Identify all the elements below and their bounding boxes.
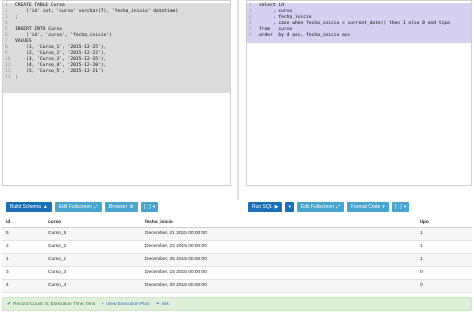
- permalink[interactable]: ⚭ link: [156, 302, 169, 307]
- build-schema-button[interactable]: Build Schema ▲: [6, 202, 52, 212]
- link-icon: ⚭: [155, 301, 160, 307]
- run-sql-label: Run SQL: [252, 204, 273, 210]
- table-cell: Curso_2: [44, 240, 141, 254]
- schema-panel[interactable]: 1 CREATE TABLE Curso 2 ('id' int, 'curso'…: [2, 0, 231, 186]
- column-header-tipo: tipo: [416, 218, 472, 228]
- line-number: 13: [5, 75, 11, 80]
- table-cell: 2: [2, 240, 44, 254]
- table-cell: 1: [2, 253, 44, 267]
- browser-button[interactable]: Browser ⚙: [104, 202, 138, 212]
- chevron-down-icon: ▾: [288, 204, 291, 210]
- fullscreen-icon: ⤢: [93, 204, 98, 210]
- code-text: order by 4 asc, fecha_inicio asc: [259, 33, 351, 38]
- query-editor[interactable]: 1 select id 2 , curso 3 , fecha_inicio 4 …: [247, 3, 471, 43]
- table-cell: Curso_4: [44, 279, 141, 293]
- delimiter-label: [ ; ]: [143, 204, 151, 210]
- column-header-id: id: [2, 218, 44, 228]
- schema-editor[interactable]: 1 CREATE TABLE Curso 2 ('id' int, 'curso'…: [3, 3, 230, 93]
- table-row: 3 Curso_3 December, 15 2015 00:00:00 0: [2, 266, 472, 280]
- execution-plan-link[interactable]: + View Execution Plan: [101, 302, 149, 307]
- table-cell: 1: [416, 240, 472, 254]
- table-cell: 3: [2, 266, 44, 280]
- status-summary: Record Count: 5; Execution Time: 0ms: [13, 301, 96, 307]
- schema-toolbar: Build Schema ▲ Edit Fullscreen ⤢ Browser ⚙ …: [6, 202, 159, 212]
- delimiter-label: [ ; ]: [394, 204, 402, 210]
- build-icon: ▲: [42, 204, 48, 210]
- column-header-curso: curso: [44, 218, 141, 228]
- fullscreen-icon: ⤢: [336, 204, 341, 210]
- column-header-fecha-inicio: fecha_inicio: [141, 218, 416, 228]
- query-toolbar: Run SQL ▶ ▾ Edit Fullscreen ⤢ Format Code ▾…: [248, 202, 410, 212]
- table-row: 2 Curso_2 December, 22 2015 00:00:00 1: [2, 240, 472, 254]
- line-number: 6: [249, 33, 252, 38]
- table-cell: Curso_3: [44, 266, 141, 280]
- table-cell: December, 20 2015 00:00:00: [141, 279, 416, 293]
- delimiter-button[interactable]: [ ; ] ▾: [391, 202, 410, 212]
- link-label: link: [161, 301, 169, 307]
- table-cell: December, 22 2015 00:00:00: [141, 240, 416, 254]
- table-cell: December, 21 2015 00:00:00: [141, 227, 416, 241]
- table-cell: Curso_1: [44, 253, 141, 267]
- code-line: 6 order by 4 asc, fecha_inicio asc: [247, 33, 471, 39]
- status-bar: ✔ Record Count: 5; Execution Time: 0ms + V…: [2, 297, 472, 311]
- table-cell: December, 15 2015 00:00:00: [141, 266, 416, 280]
- delimiter-button[interactable]: [ ; ] ▾: [140, 202, 159, 212]
- browser-label: Browser: [108, 204, 128, 210]
- chevron-down-icon: ▾: [403, 204, 407, 210]
- table-cell: 4: [2, 279, 44, 293]
- edit-fullscreen-button[interactable]: Edit Fullscreen ⤢: [296, 202, 345, 212]
- play-icon: ▶: [274, 204, 279, 210]
- code-text: ;: [15, 75, 18, 80]
- table-cell: 1: [416, 227, 472, 241]
- table-cell: 0: [416, 266, 472, 280]
- table-row: 4 Curso_4 December, 20 2015 00:00:00 0: [2, 279, 472, 293]
- edit-fullscreen-label: Edit Fullscreen: [58, 204, 92, 210]
- record-count-status: ✔ Record Count: 5; Execution Time: 0ms: [7, 302, 95, 307]
- table-cell: Curso_5: [44, 227, 141, 241]
- table-cell: December, 25 2015 00:00:00: [141, 253, 416, 267]
- edit-fullscreen-label: Edit Fullscreen: [300, 204, 335, 210]
- table-header-row: id curso fecha_inicio tipo: [2, 218, 472, 228]
- format-code-button[interactable]: Format Code ▾: [347, 202, 389, 212]
- chevron-down-icon: ▾: [152, 204, 156, 210]
- plus-icon: +: [101, 301, 104, 307]
- build-schema-label: Build Schema: [10, 204, 41, 210]
- table-row: 5 Curso_5 December, 21 2015 00:00:00 1: [2, 227, 472, 241]
- panel-resize-handle[interactable]: [237, 0, 239, 200]
- table-cell: 5: [2, 227, 44, 241]
- edit-fullscreen-button[interactable]: Edit Fullscreen ⤢: [54, 202, 102, 212]
- table-cell: 1: [416, 253, 472, 267]
- query-panel[interactable]: 1 select id 2 , curso 3 , fecha_inicio 4 …: [246, 0, 472, 186]
- browser-icon: ⚙: [129, 204, 134, 210]
- format-code-label: Format Code: [351, 204, 381, 210]
- run-sql-dropdown[interactable]: ▾: [285, 202, 294, 212]
- results-table: id curso fecha_inicio tipo 5 Curso_5 Dec…: [2, 218, 472, 293]
- chevron-down-icon: ▾: [382, 204, 385, 210]
- run-sql-button[interactable]: Run SQL ▶: [248, 202, 283, 212]
- execution-plan-label: View Execution Plan: [105, 301, 150, 307]
- table-cell: 0: [416, 279, 472, 293]
- check-icon: ✔: [7, 301, 12, 307]
- table-row: 1 Curso_1 December, 25 2015 00:00:00 1: [2, 253, 472, 267]
- code-line: 13;: [3, 75, 230, 81]
